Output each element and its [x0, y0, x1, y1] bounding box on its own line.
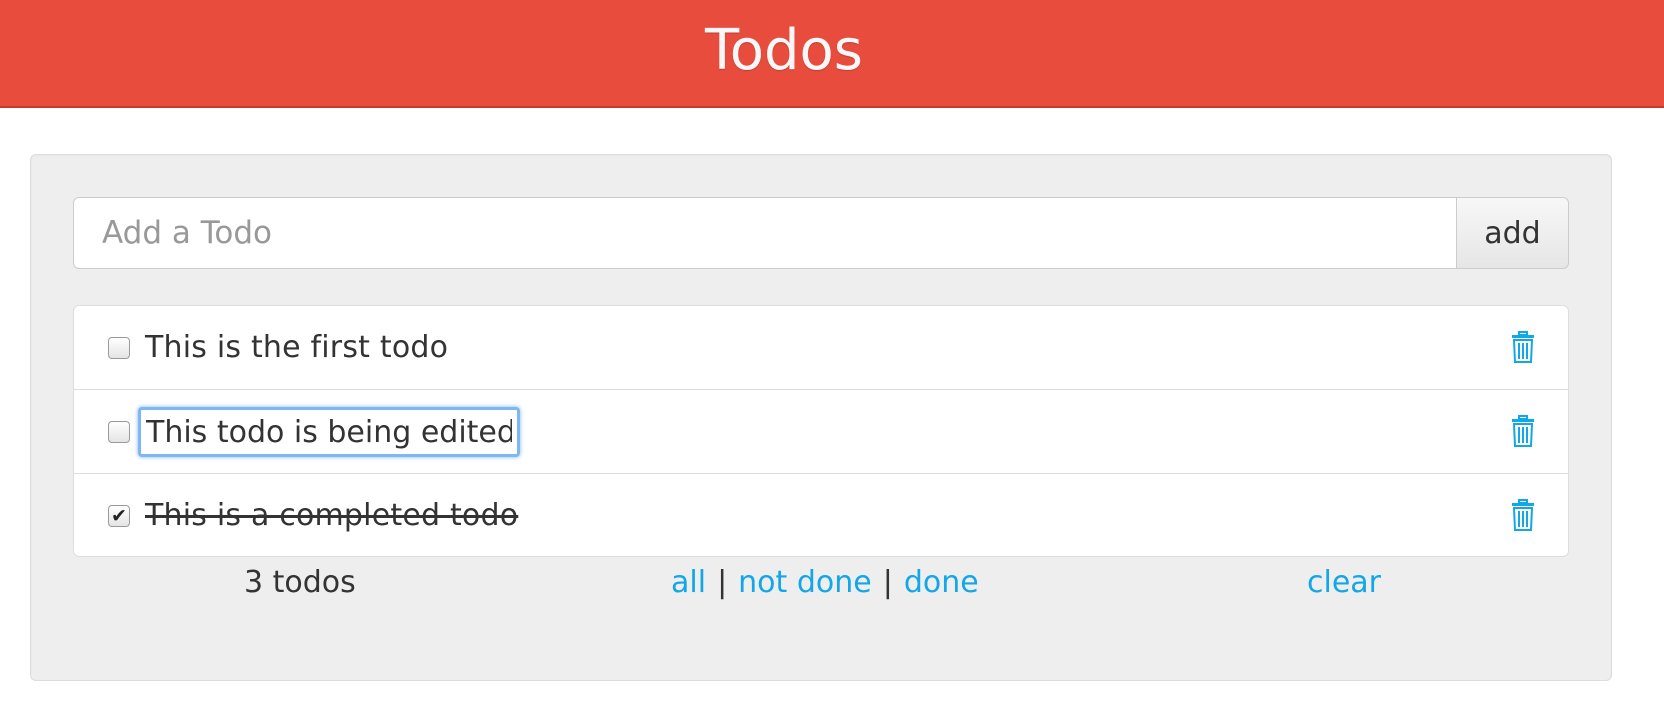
todo-text[interactable]: This is the first todo: [145, 330, 448, 365]
todo-text[interactable]: This is a completed todo: [145, 498, 518, 533]
filter-not-done-link[interactable]: not done: [738, 565, 872, 600]
page-title: Todos: [705, 18, 863, 83]
trash-icon[interactable]: [1511, 415, 1535, 447]
todo-item: ✔ This is a completed todo: [74, 474, 1568, 556]
todo-panel: add This is the first todo: [30, 154, 1612, 681]
new-todo-input[interactable]: [73, 197, 1456, 269]
todo-checkbox[interactable]: [108, 337, 130, 359]
filter-done-link[interactable]: done: [904, 565, 979, 600]
trash-icon[interactable]: [1511, 499, 1535, 531]
clear-link[interactable]: clear: [1307, 565, 1381, 600]
todo-item: This is the first todo: [74, 306, 1568, 390]
todo-checkbox[interactable]: [108, 421, 130, 443]
todo-count: 3 todos: [244, 565, 356, 600]
filter-all-link[interactable]: all: [671, 565, 706, 600]
todo-list: This is the first todo This todo is bein…: [73, 305, 1569, 557]
filter-separator: |: [717, 565, 728, 600]
add-button[interactable]: add: [1456, 197, 1569, 269]
todo-edit-input[interactable]: [138, 407, 520, 457]
trash-icon[interactable]: [1511, 331, 1535, 363]
todo-item: [74, 390, 1568, 474]
filter-separator: |: [882, 565, 893, 600]
app-header: Todos: [0, 0, 1664, 108]
checkmark-icon: ✔: [111, 504, 127, 527]
filter-links: all | not done | done: [671, 565, 979, 600]
new-todo-form: add: [73, 197, 1569, 269]
todo-footer: 3 todos all | not done | done clear: [31, 565, 1613, 625]
todo-checkbox[interactable]: ✔: [108, 505, 130, 527]
